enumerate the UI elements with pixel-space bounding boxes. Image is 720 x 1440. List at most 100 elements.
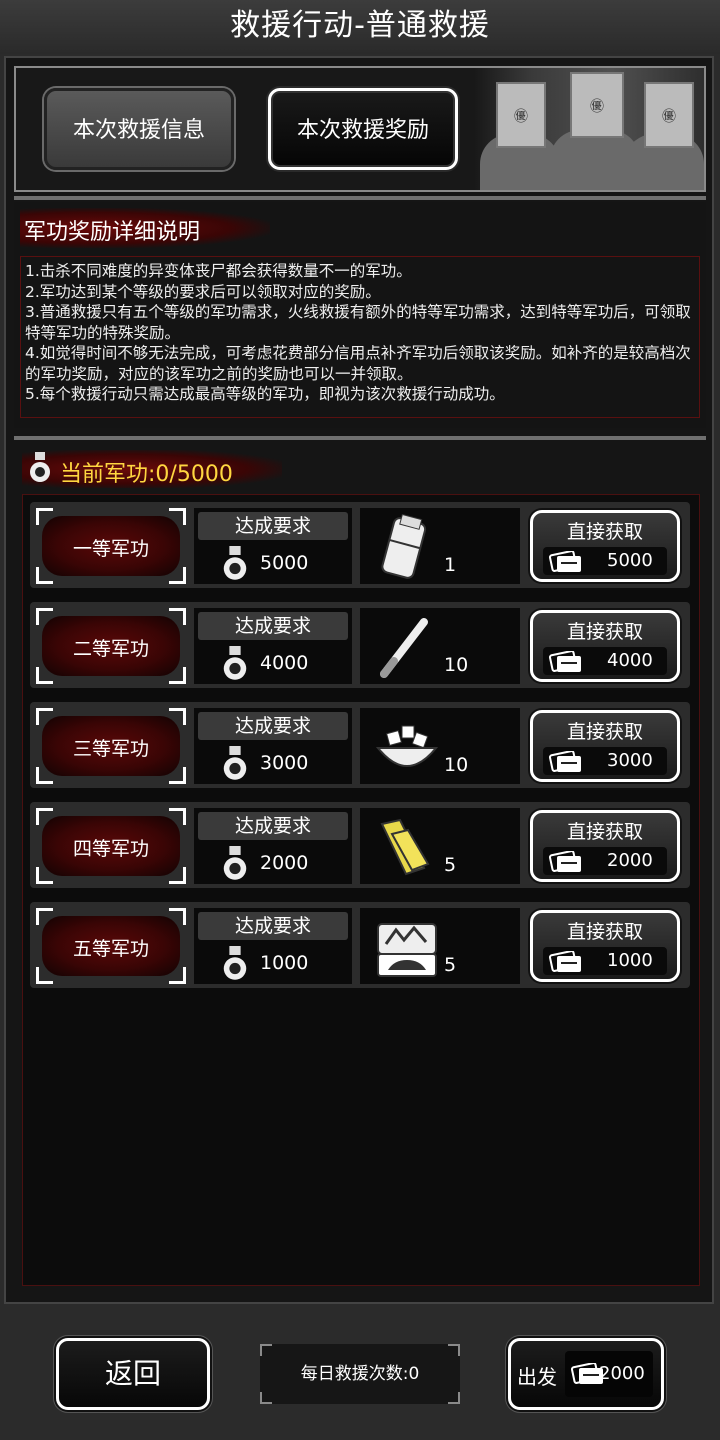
daily-rescue-count: 每日救援次数:0 <box>260 1344 460 1404</box>
corner-bracket <box>36 808 53 825</box>
mask-symbol: ㊝ <box>590 99 604 115</box>
corner-bracket <box>36 867 53 884</box>
rank-badge: 三等军功 <box>36 708 186 784</box>
direct-claim-button[interactable]: 直接获取 3000 <box>530 710 680 782</box>
bag-mask-figure: ㊝ <box>496 82 546 148</box>
price-value: 2000 <box>607 850 653 871</box>
price-box: 5000 <box>543 547 667 575</box>
corner-bracket <box>169 567 186 584</box>
direct-claim-button[interactable]: 直接获取 1000 <box>530 910 680 982</box>
reward-item: 10 <box>360 708 520 784</box>
description-line: 4.如觉得时间不够无法完成，可考虑花费部分信用点补齐军功后领取该奖励。如补齐的是… <box>25 344 691 383</box>
price-box: 4000 <box>543 647 667 675</box>
reward-item: 10 <box>360 608 520 684</box>
requirement: 达成要求 4000 <box>194 608 352 684</box>
cloth-icon <box>380 818 430 876</box>
item-quantity: 10 <box>444 754 469 776</box>
tab-rescue-reward[interactable]: 本次救援奖励 <box>268 88 458 170</box>
corner-bracket <box>448 1392 460 1404</box>
claim-label: 直接获取 <box>566 521 643 543</box>
back-button[interactable]: 返回 <box>56 1338 210 1410</box>
price-value: 3000 <box>607 750 653 771</box>
requirement-label: 达成要求 <box>198 912 348 940</box>
bat-icon <box>380 618 428 678</box>
rank-badge: 二等军功 <box>36 608 186 684</box>
medal-icon <box>223 846 247 880</box>
current-merit: 当前军功:0/5000 <box>60 462 233 487</box>
corner-bracket <box>448 1344 460 1356</box>
description-text: 1.击杀不同难度的异变体丧尸都会获得数量不一的军功。 2.军功达到某个等级的要求… <box>20 256 700 418</box>
header-artwork: ㊝ ㊝ ㊝ <box>474 68 704 190</box>
depart-cost: 2000 <box>599 1363 645 1384</box>
item-quantity: 5 <box>444 954 457 976</box>
corner-bracket <box>36 967 53 984</box>
rank-label: 五等军功 <box>72 938 149 960</box>
divider <box>14 196 706 200</box>
direct-claim-button[interactable]: 直接获取 4000 <box>530 610 680 682</box>
corner-bracket <box>36 567 53 584</box>
reward-row-1: 一等军功 达成要求 5000 1 直接获取 5000 <box>30 502 690 588</box>
bag-mask-figure: ㊝ <box>570 72 624 138</box>
price-box: 3000 <box>543 747 667 775</box>
medal-icon <box>30 452 50 482</box>
mask-symbol: ㊝ <box>514 109 528 125</box>
requirement: 达成要求 1000 <box>194 908 352 984</box>
armor-vest-icon <box>381 514 427 579</box>
corner-bracket <box>260 1392 272 1404</box>
reward-item: 1 <box>360 508 520 584</box>
price-box: 2000 <box>543 847 667 875</box>
direct-claim-button[interactable]: 直接获取 2000 <box>530 810 680 882</box>
depart-button[interactable]: 出发 2000 <box>508 1338 664 1410</box>
corner-bracket <box>36 508 53 525</box>
corner-bracket <box>169 867 186 884</box>
description-section: 军功奖励详细说明 1.击杀不同难度的异变体丧尸都会获得数量不一的军功。 2.军功… <box>14 202 706 428</box>
rank-label: 四等军功 <box>72 838 149 860</box>
medal-icon <box>223 946 247 980</box>
car-parts-icon <box>377 923 437 977</box>
credit-card-icon <box>549 751 581 772</box>
corner-bracket <box>36 608 53 625</box>
medal-icon <box>223 546 247 580</box>
description-line: 2.军功达到某个等级的要求后可以领取对应的奖励。 <box>25 282 381 301</box>
corner-bracket <box>169 608 186 625</box>
requirement-value: 3000 <box>260 752 309 774</box>
credit-card-icon <box>549 951 581 972</box>
direct-claim-button[interactable]: 直接获取 5000 <box>530 510 680 582</box>
price-value: 1000 <box>607 950 653 971</box>
rank-label: 一等军功 <box>72 538 149 560</box>
corner-bracket <box>169 908 186 925</box>
reward-row-2: 二等军功 达成要求 4000 10 直接获取 4000 <box>30 602 690 688</box>
reward-item: 5 <box>360 908 520 984</box>
rank-badge: 四等军功 <box>36 808 186 884</box>
mask-symbol: ㊝ <box>662 109 676 125</box>
item-quantity: 1 <box>444 554 457 576</box>
corner-bracket <box>169 808 186 825</box>
corner-bracket <box>169 508 186 525</box>
requirement: 达成要求 2000 <box>194 808 352 884</box>
divider <box>14 436 706 440</box>
corner-bracket <box>169 967 186 984</box>
item-quantity: 5 <box>444 854 457 876</box>
item-quantity: 10 <box>444 654 469 676</box>
reward-row-5: 五等军功 达成要求 1000 5 直接获取 1000 <box>30 902 690 988</box>
rank-label: 二等军功 <box>72 638 149 660</box>
corner-bracket <box>260 1344 272 1356</box>
medal-icon <box>223 646 247 680</box>
price-value: 4000 <box>607 650 653 671</box>
requirement-label: 达成要求 <box>198 812 348 840</box>
tab-rescue-info[interactable]: 本次救援信息 <box>44 88 234 170</box>
tab-bar: 本次救援信息 本次救援奖励 ㊝ ㊝ ㊝ <box>14 66 706 192</box>
claim-label: 直接获取 <box>566 621 643 643</box>
rank-label: 三等军功 <box>72 738 149 760</box>
description-line: 1.击杀不同难度的异变体丧尸都会获得数量不一的军功。 <box>25 262 412 280</box>
rank-badge: 五等军功 <box>36 908 186 984</box>
credit-card-icon <box>549 551 581 572</box>
claim-label: 直接获取 <box>566 921 643 943</box>
requirement-label: 达成要求 <box>198 612 348 640</box>
page-title: 救援行动-普通救援 <box>0 0 720 54</box>
corner-bracket <box>169 667 186 684</box>
requirement-value: 1000 <box>260 952 309 974</box>
claim-label: 直接获取 <box>566 821 643 843</box>
price-value: 5000 <box>607 550 653 571</box>
credit-card-icon <box>549 851 581 872</box>
